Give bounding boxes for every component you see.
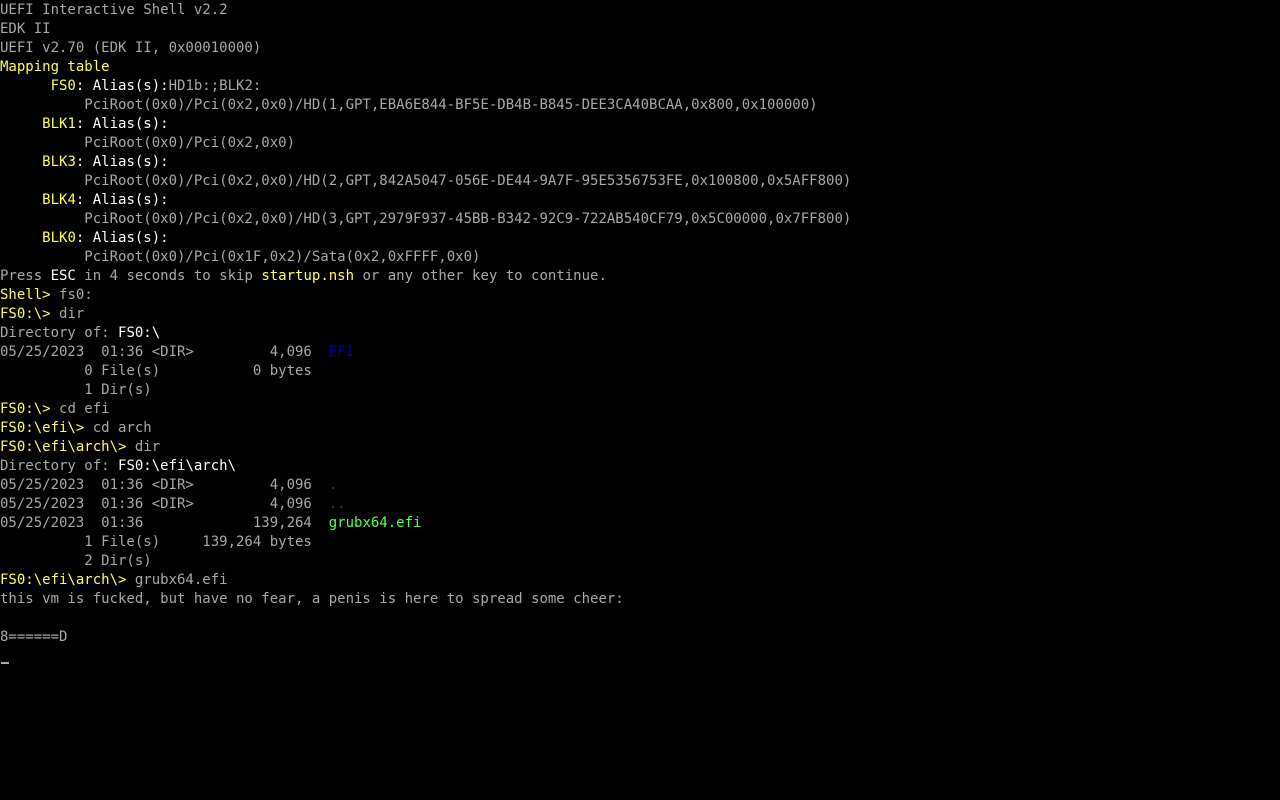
terminal-text: BLK3 <box>42 154 76 170</box>
terminal-line-cmd-dir-arch: FS0:\efi\arch\> dir <box>0 438 1280 457</box>
terminal-text: or any other key to continue. <box>354 268 607 284</box>
terminal-text: UEFI v2.70 (EDK II, 0x00010000) <box>0 40 262 56</box>
terminal-text: FS0 <box>50 78 76 94</box>
terminal-text: grubx64.efi <box>328 515 422 531</box>
terminal-text: 8======D <box>0 629 68 645</box>
terminal-line-dir-entry-grubx64: 05/25/2023 01:36 139,264 grubx64.efi <box>0 514 1280 533</box>
terminal-text: BLK1 <box>42 116 76 132</box>
terminal-text: 05/25/2023 01:36 <DIR> 4,096 <box>0 496 329 512</box>
terminal-text: 05/25/2023 01:36 <DIR> 4,096 <box>0 344 329 360</box>
terminal-text: 1 File(s) 139,264 bytes <box>0 534 312 550</box>
terminal-text: FS0:\ <box>118 325 161 341</box>
terminal-line-shell-banner: UEFI Interactive Shell v2.2 <box>0 1 1280 20</box>
terminal-text: startup.nsh <box>261 268 355 284</box>
terminal-text: Directory of: <box>0 458 119 474</box>
terminal-line-edk-banner: EDK II <box>0 20 1280 39</box>
terminal-line-map-blk3-alias: BLK3: Alias(s): <box>0 153 1280 172</box>
terminal-line-startup-prompt: Press ESC in 4 seconds to skip startup.n… <box>0 267 1280 286</box>
text-cursor <box>1 662 9 664</box>
terminal-text: FS0:\> <box>0 401 60 417</box>
terminal-text: 0 File(s) 0 bytes <box>0 363 312 379</box>
terminal-text: PciRoot(0x0)/Pci(0x2,0x0)/HD(2,GPT,842A5… <box>0 173 852 189</box>
terminal-text: HD1b:;BLK2: <box>168 78 262 94</box>
terminal-text: EDK II <box>0 21 51 37</box>
terminal-line-map-fs0-path: PciRoot(0x0)/Pci(0x2,0x0)/HD(1,GPT,EBA6E… <box>0 96 1280 115</box>
terminal-line-dir-files-arch: 1 File(s) 139,264 bytes <box>0 533 1280 552</box>
terminal-text: : Alias(s): <box>75 154 169 170</box>
terminal-text: FS0:\> <box>0 306 60 322</box>
terminal-line-map-blk0-path: PciRoot(0x0)/Pci(0x1F,0x2)/Sata(0x2,0xFF… <box>0 248 1280 267</box>
terminal-line-dir-header-root: Directory of: FS0:\ <box>0 324 1280 343</box>
terminal-text: dir <box>134 439 161 455</box>
terminal-line-dir-dirs-arch: 2 Dir(s) <box>0 552 1280 571</box>
terminal-text: FS0:\efi\> <box>0 420 93 436</box>
terminal-text: grubx64.efi <box>134 572 228 588</box>
terminal-text: fs0: <box>59 287 93 303</box>
terminal-text: 05/25/2023 01:36 <DIR> 4,096 <box>0 477 329 493</box>
terminal-text: PciRoot(0x0)/Pci(0x2,0x0)/HD(3,GPT,2979F… <box>0 211 852 227</box>
terminal-line-dir-dirs-root: 1 Dir(s) <box>0 381 1280 400</box>
terminal-text: BLK0 <box>42 230 76 246</box>
terminal-text: this vm is fucked, but have no fear, a p… <box>0 591 624 607</box>
terminal-text: in 4 seconds to skip <box>75 268 262 284</box>
terminal-text: . <box>328 477 338 493</box>
terminal-text: ESC <box>50 268 76 284</box>
terminal-text: : Alias(s): <box>75 230 169 246</box>
terminal-line-map-blk3-path: PciRoot(0x0)/Pci(0x2,0x0)/HD(2,GPT,842A5… <box>0 172 1280 191</box>
terminal-text: PciRoot(0x0)/Pci(0x1F,0x2)/Sata(0x2,0xFF… <box>0 249 481 265</box>
terminal-text: FS0:\efi\arch\> <box>0 572 135 588</box>
terminal-text: 2 Dir(s) <box>0 553 152 569</box>
terminal-text: : Alias(s): <box>75 116 169 132</box>
terminal-text: BLK4 <box>42 192 76 208</box>
terminal-text: 1 Dir(s) <box>0 382 152 398</box>
terminal-line-map-blk1-alias: BLK1: Alias(s): <box>0 115 1280 134</box>
terminal-line-map-blk4-path: PciRoot(0x0)/Pci(0x2,0x0)/HD(3,GPT,2979F… <box>0 210 1280 229</box>
terminal-text: 05/25/2023 01:36 139,264 <box>0 515 329 531</box>
terminal-text: Mapping table <box>0 59 110 75</box>
terminal-line-map-blk0-alias: BLK0: Alias(s): <box>0 229 1280 248</box>
terminal-text: Directory of: <box>0 325 119 341</box>
terminal-line-map-fs0-alias: FS0: Alias(s):HD1b:;BLK2: <box>0 77 1280 96</box>
terminal-text: FS0:\efi\arch\ <box>118 458 237 474</box>
terminal-text: PciRoot(0x0)/Pci(0x2,0x0) <box>0 135 296 151</box>
terminal-line-program-output-message: this vm is fucked, but have no fear, a p… <box>0 590 1280 609</box>
terminal-line-cmd-cd-arch: FS0:\efi\> cd arch <box>0 419 1280 438</box>
terminal-line-cmd-dir-root: FS0:\> dir <box>0 305 1280 324</box>
terminal-text: dir <box>59 306 85 322</box>
terminal-text: EFI <box>328 344 355 360</box>
terminal-text: PciRoot(0x0)/Pci(0x2,0x0)/HD(1,GPT,EBA6E… <box>0 97 818 113</box>
terminal-text: Press <box>0 268 51 284</box>
terminal-line-program-output-ascii: 8======D <box>0 628 1280 647</box>
terminal-text: : Alias(s): <box>75 192 169 208</box>
terminal-line-dir-files-root: 0 File(s) 0 bytes <box>0 362 1280 381</box>
terminal-text: FS0:\efi\arch\> <box>0 439 135 455</box>
terminal-line-cmd-fs0: Shell> fs0: <box>0 286 1280 305</box>
terminal-text: cd efi <box>59 401 110 417</box>
terminal-line-cmd-cd-efi: FS0:\> cd efi <box>0 400 1280 419</box>
uefi-shell-terminal[interactable]: UEFI Interactive Shell v2.2 EDK II UEFI v2… <box>0 1 1280 800</box>
terminal-line-mapping-table-header: Mapping table <box>0 58 1280 77</box>
terminal-text: : Alias(s): <box>75 78 169 94</box>
terminal-line-dir-header-arch: Directory of: FS0:\efi\arch\ <box>0 457 1280 476</box>
terminal-line-map-blk4-alias: BLK4: Alias(s): <box>0 191 1280 210</box>
terminal-line-dir-entry-dotdot: 05/25/2023 01:36 <DIR> 4,096 .. <box>0 495 1280 514</box>
terminal-text: Shell> <box>0 287 60 303</box>
terminal-line-cmd-run-grubx64: FS0:\efi\arch\> grubx64.efi <box>0 571 1280 590</box>
terminal-text: cd arch <box>92 420 152 436</box>
terminal-line-dir-entry-efi: 05/25/2023 01:36 <DIR> 4,096 EFI <box>0 343 1280 362</box>
terminal-line-blank-line <box>0 609 1280 628</box>
terminal-text: .. <box>328 496 346 512</box>
terminal-line-map-blk1-path: PciRoot(0x0)/Pci(0x2,0x0) <box>0 134 1280 153</box>
terminal-line-uefi-version: UEFI v2.70 (EDK II, 0x00010000) <box>0 39 1280 58</box>
terminal-line-dir-entry-dot: 05/25/2023 01:36 <DIR> 4,096 . <box>0 476 1280 495</box>
terminal-text: UEFI Interactive Shell v2.2 <box>0 2 228 18</box>
